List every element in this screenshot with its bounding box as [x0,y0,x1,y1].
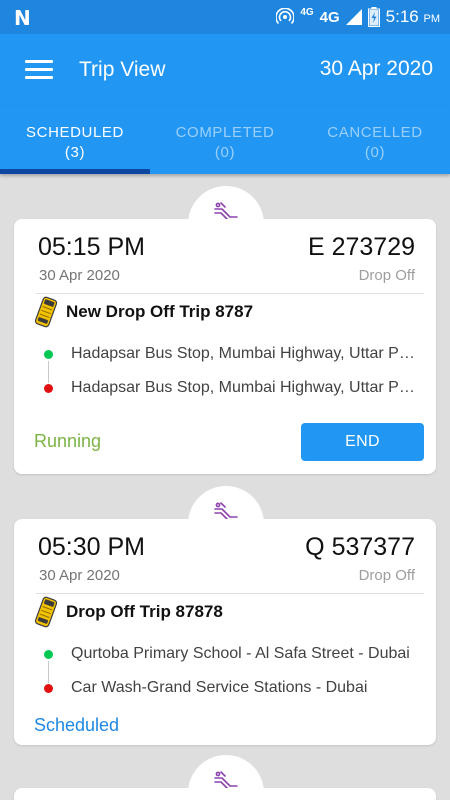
tab-scheduled[interactable]: SCHEDULED (3) [0,106,150,174]
pickup-address: Hadapsar Bus Stop, Mumbai Highway, Uttar… [71,345,417,362]
tab-completed[interactable]: COMPLETED (0) [150,106,300,174]
clock-time: 5:16 [385,7,419,26]
trip-date: 30 Apr 2020 [39,567,120,584]
end-trip-button[interactable]: END [301,423,424,461]
dropoff-dot [44,384,53,393]
route-line [48,661,49,683]
card-divider [36,293,424,294]
trip-name: Drop Off Trip 87878 [66,602,223,621]
hamburger-menu-icon[interactable] [25,60,53,80]
trip-status: Running [34,431,102,451]
trip-name-row: New Drop Off Trip 8787 [34,295,253,329]
network-type: 4G [319,8,340,26]
app-bar: Trip View 30 Apr 2020 [0,34,450,106]
network-type-small: 4G [300,6,314,18]
trip-date: 30 Apr 2020 [39,267,120,284]
dropoff-address: Car Wash-Grand Service Stations - Dubai [71,679,368,696]
trip-type: Drop Off [358,267,415,284]
tab-cancelled-label: CANCELLED [327,124,423,141]
notification-n-icon: N [14,6,31,30]
pickup-address: Qurtoba Primary School - Al Safa Street … [71,645,410,662]
trip-type: Drop Off [358,567,415,584]
tab-completed-count: (0) [214,144,236,161]
tab-cancelled[interactable]: CANCELLED (0) [300,106,450,174]
tab-cancelled-count: (0) [364,144,386,161]
bus-icon [34,596,58,628]
dropoff-dot [44,684,53,693]
trip-card[interactable]: 05:15 PM E 273729 30 Apr 2020 Drop Off N… [14,219,436,474]
dropoff-address: Hadapsar Bus Stop, Mumbai Highway, Uttar… [71,379,417,396]
status-icons: 4G 4G 5:16 PM [276,4,440,30]
battery-charging-icon [367,7,380,27]
trip-code: E 273729 [307,233,415,261]
pickup-dot [44,350,53,359]
trip-tabs: SCHEDULED (3) COMPLETED (0) CANCELLED (0… [0,106,450,174]
hotspot-icon [276,8,295,25]
header-date: 30 Apr 2020 [319,57,433,80]
tab-scheduled-count: (3) [64,144,86,161]
card-divider [36,593,424,594]
pickup-dot [44,650,53,659]
clock-ampm: PM [423,13,441,25]
trip-status: Scheduled [34,715,120,735]
bus-icon [34,296,58,328]
page-title: Trip View [79,58,166,81]
trip-time: 05:15 PM [38,233,146,261]
tab-completed-label: COMPLETED [175,124,275,141]
trip-card[interactable] [14,788,436,800]
clock: 5:16 PM [386,7,440,27]
trip-name: New Drop Off Trip 8787 [66,302,254,321]
trip-name-row: Drop Off Trip 87878 [34,595,223,629]
trip-code: Q 537377 [305,533,415,561]
trip-time: 05:30 PM [38,533,146,561]
trip-card[interactable]: 05:30 PM Q 537377 30 Apr 2020 Drop Off D… [14,519,436,745]
tab-scheduled-label: SCHEDULED [26,124,124,141]
status-bar: N 4G 4G 5:16 PM [0,0,450,34]
active-tab-indicator [0,169,150,174]
signal-icon [345,9,362,25]
route-line [48,361,49,383]
